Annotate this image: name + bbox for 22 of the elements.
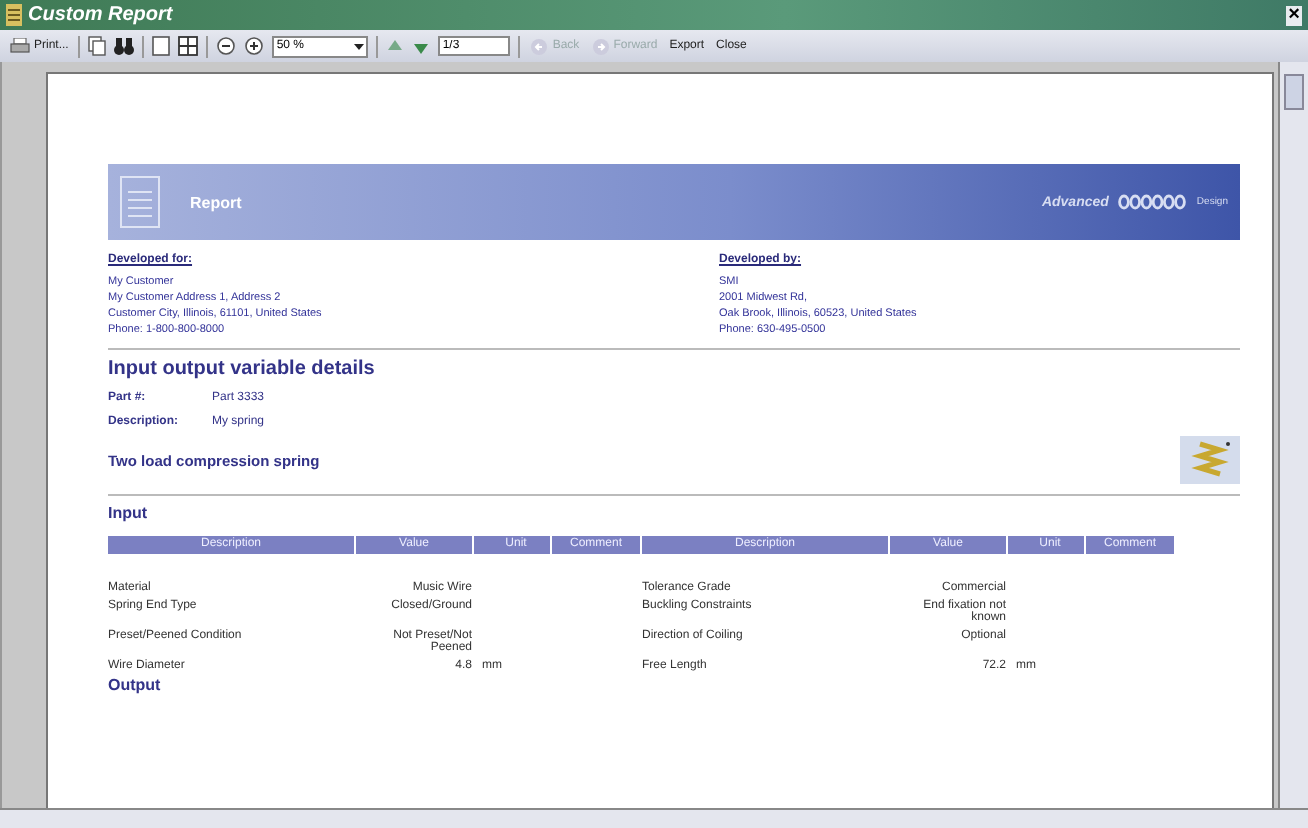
- binoculars-icon[interactable]: [114, 37, 135, 55]
- caret-icon: [353, 43, 364, 49]
- back-arrow-icon: [530, 37, 549, 55]
- banner-title: Report: [190, 193, 242, 211]
- window-title: Custom Report: [28, 4, 173, 26]
- document-icon: [120, 176, 160, 228]
- section-heading: Output: [108, 676, 161, 694]
- app-icon: [6, 4, 22, 26]
- forward-arrow-icon: [591, 37, 610, 55]
- spring-icon: [1180, 436, 1240, 484]
- section-heading: Input output variable details: [108, 358, 375, 380]
- printer-icon: [10, 37, 30, 55]
- two-page-icon[interactable]: [178, 36, 199, 56]
- vertical-scrollbar[interactable]: [1278, 62, 1308, 808]
- copy-icon[interactable]: [88, 36, 107, 56]
- single-page-icon[interactable]: [152, 36, 171, 56]
- zoom-in-icon[interactable]: [244, 36, 265, 56]
- zoom-out-icon[interactable]: [216, 36, 237, 56]
- horizontal-scrollbar[interactable]: [0, 808, 1308, 828]
- section-heading: Input: [108, 504, 148, 522]
- logo-icon: [1118, 194, 1187, 210]
- close-button[interactable]: ×: [1286, 5, 1302, 25]
